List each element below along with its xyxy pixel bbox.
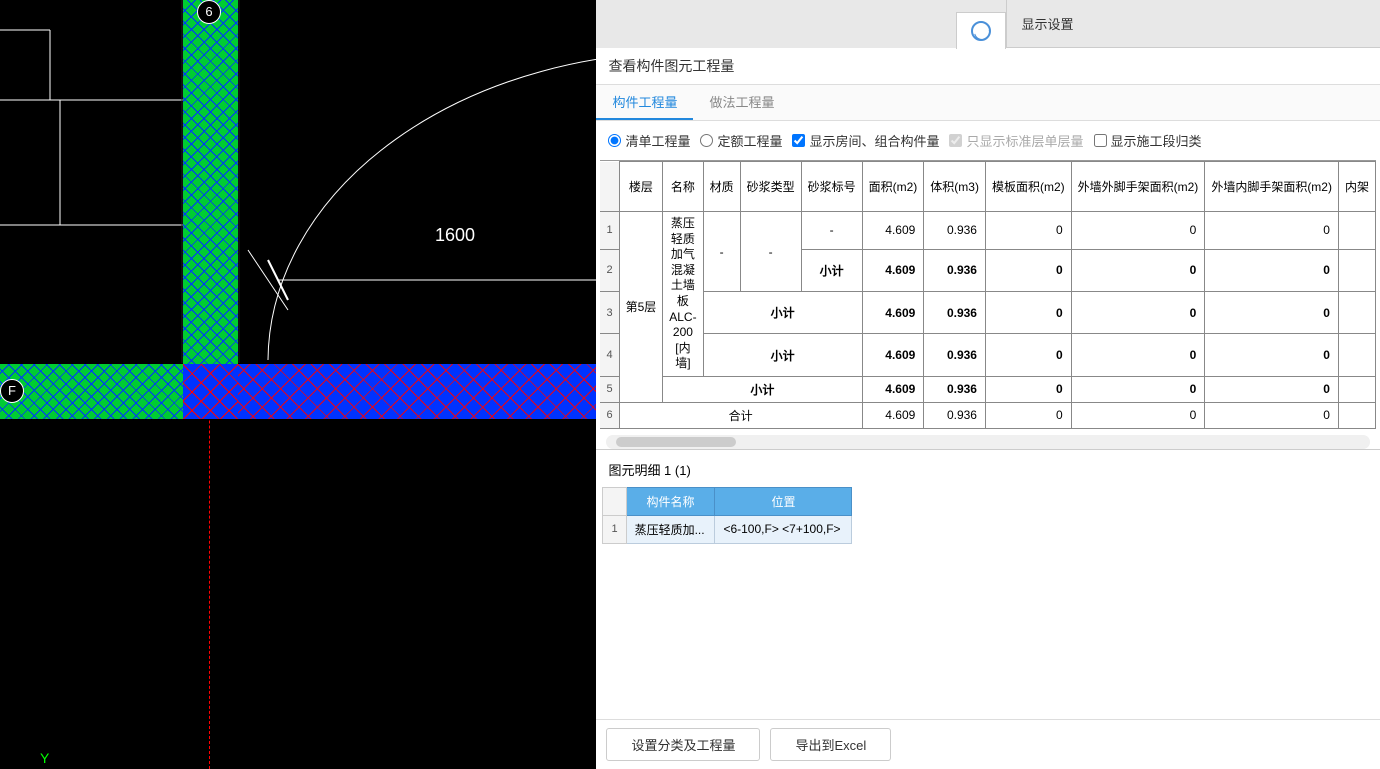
th-mortar-type: 砂浆类型 bbox=[740, 162, 801, 212]
horizontal-scrollbar[interactable] bbox=[606, 435, 1370, 449]
top-tab-bar: 显示设置 bbox=[596, 0, 1380, 48]
table-row[interactable]: 4 小计 4.609 0.936 0 0 0 bbox=[600, 334, 1375, 376]
wall-blue-hatch bbox=[238, 364, 596, 419]
detail-title: 图元明细 1 (1) bbox=[602, 456, 1374, 483]
grid-marker-F: F bbox=[0, 379, 24, 403]
th-material: 材质 bbox=[703, 162, 740, 212]
axis-y-label: Y bbox=[40, 750, 49, 766]
wall-hatch-left bbox=[0, 364, 183, 419]
check-show-room[interactable]: 显示房间、组合构件量 bbox=[792, 131, 939, 150]
outline-lines bbox=[0, 0, 596, 420]
export-excel-button[interactable]: 导出到Excel bbox=[770, 728, 891, 761]
display-settings-button[interactable]: 显示设置 bbox=[1006, 0, 1380, 48]
quantity-table: 楼层 名称 材质 砂浆类型 砂浆标号 面积(m2) 体积(m3) 模板面积(m2… bbox=[600, 161, 1376, 429]
th-position: 位置 bbox=[715, 487, 852, 515]
bottom-button-bar: 设置分类及工程量 导出到Excel bbox=[596, 719, 1380, 769]
th-floor: 楼层 bbox=[619, 162, 663, 212]
table-row[interactable]: 3 小计 4.609 0.936 0 0 0 bbox=[600, 292, 1375, 334]
quantity-table-wrap[interactable]: 楼层 名称 材质 砂浆类型 砂浆标号 面积(m2) 体积(m3) 模板面积(m2… bbox=[600, 160, 1376, 429]
radio-quota-qty[interactable]: 定额工程量 bbox=[700, 131, 782, 150]
th-volume: 体积(m3) bbox=[924, 162, 986, 212]
th-name: 名称 bbox=[663, 162, 703, 212]
th-ext-scaffold: 外墙外脚手架面积(m2) bbox=[1071, 162, 1205, 212]
wall-corner-hatch bbox=[183, 364, 238, 419]
grid-marker-6: 6 bbox=[197, 0, 221, 24]
detail-section: 图元明细 1 (1) 构件名称 位置 1 蒸压轻质加... <6- bbox=[596, 449, 1380, 719]
filter-bar: 清单工程量 定额工程量 显示房间、组合构件量 只显示标准层单层量 显示施工段归类 bbox=[596, 121, 1380, 160]
tab-component-qty[interactable]: 构件工程量 bbox=[596, 85, 693, 120]
th-area: 面积(m2) bbox=[862, 162, 924, 212]
table-row[interactable]: 1 第5层 蒸压轻质加气混凝土墙板ALC-200 [内墙] - - - 4.60… bbox=[600, 212, 1375, 250]
table-row[interactable]: 5 小计 4.609 0.936 0 0 0 bbox=[600, 376, 1375, 402]
th-int: 内架 bbox=[1338, 162, 1375, 212]
table-row-total[interactable]: 6 合计 4.609 0.936 0 0 0 bbox=[600, 402, 1375, 428]
quantity-panel: 查看构件图元工程量 构件工程量 做法工程量 清单工程量 定额工程量 显示房间、组… bbox=[596, 48, 1380, 769]
right-panel: 显示设置 查看构件图元工程量 构件工程量 做法工程量 清单工程量 定额工程量 显… bbox=[596, 0, 1380, 769]
check-std-floor[interactable]: 只显示标准层单层量 bbox=[949, 131, 1083, 150]
dimension-value: 1600 bbox=[435, 225, 475, 246]
wall-hatch bbox=[183, 0, 238, 364]
door-arc bbox=[238, 50, 596, 370]
sub-tabs: 构件工程量 做法工程量 bbox=[596, 85, 1380, 121]
check-construction-section[interactable]: 显示施工段归类 bbox=[1094, 131, 1202, 150]
set-category-button[interactable]: 设置分类及工程量 bbox=[606, 728, 760, 761]
tab-method-qty[interactable]: 做法工程量 bbox=[693, 85, 790, 120]
drawing-canvas[interactable]: 1600 6 8 F Y bbox=[0, 0, 596, 769]
panel-title: 查看构件图元工程量 bbox=[596, 48, 1380, 85]
th-formwork: 模板面积(m2) bbox=[985, 162, 1071, 212]
detail-row[interactable]: 1 蒸压轻质加... <6-100,F> <7+100,F> bbox=[603, 515, 852, 543]
top-tab-ellipse[interactable] bbox=[956, 12, 1006, 49]
th-mortar-grade: 砂浆标号 bbox=[801, 162, 862, 212]
th-int-scaffold: 外墙内脚手架面积(m2) bbox=[1205, 162, 1339, 212]
ellipse-icon bbox=[971, 21, 991, 41]
th-component-name: 构件名称 bbox=[626, 487, 715, 515]
radio-list-qty[interactable]: 清单工程量 bbox=[608, 131, 690, 150]
detail-table: 构件名称 位置 1 蒸压轻质加... <6-100,F> <7+100,F> bbox=[602, 487, 852, 544]
dimension-line bbox=[238, 240, 596, 350]
